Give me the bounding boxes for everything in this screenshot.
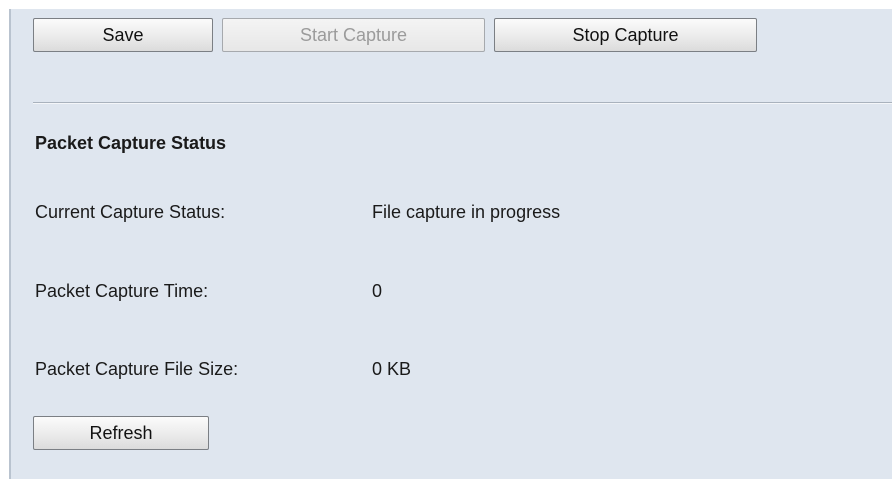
start-capture-button[interactable]: Start Capture [222, 18, 485, 52]
packet-capture-panel: Save Start Capture Stop Capture Packet C… [9, 9, 892, 479]
save-button[interactable]: Save [33, 18, 213, 52]
current-capture-status-label: Current Capture Status: [35, 202, 226, 222]
current-capture-status-value: File capture in progress [372, 202, 561, 222]
packet-capture-time-value: 0 [372, 281, 383, 301]
section-divider [33, 102, 892, 104]
packet-capture-time-label: Packet Capture Time: [35, 281, 209, 301]
stop-capture-button[interactable]: Stop Capture [494, 18, 757, 52]
packet-capture-file-size-label: Packet Capture File Size: [35, 359, 239, 379]
packet-capture-file-size-value: 0 KB [372, 359, 412, 379]
packet-capture-status-heading: Packet Capture Status [35, 133, 227, 153]
refresh-button[interactable]: Refresh [33, 416, 209, 450]
